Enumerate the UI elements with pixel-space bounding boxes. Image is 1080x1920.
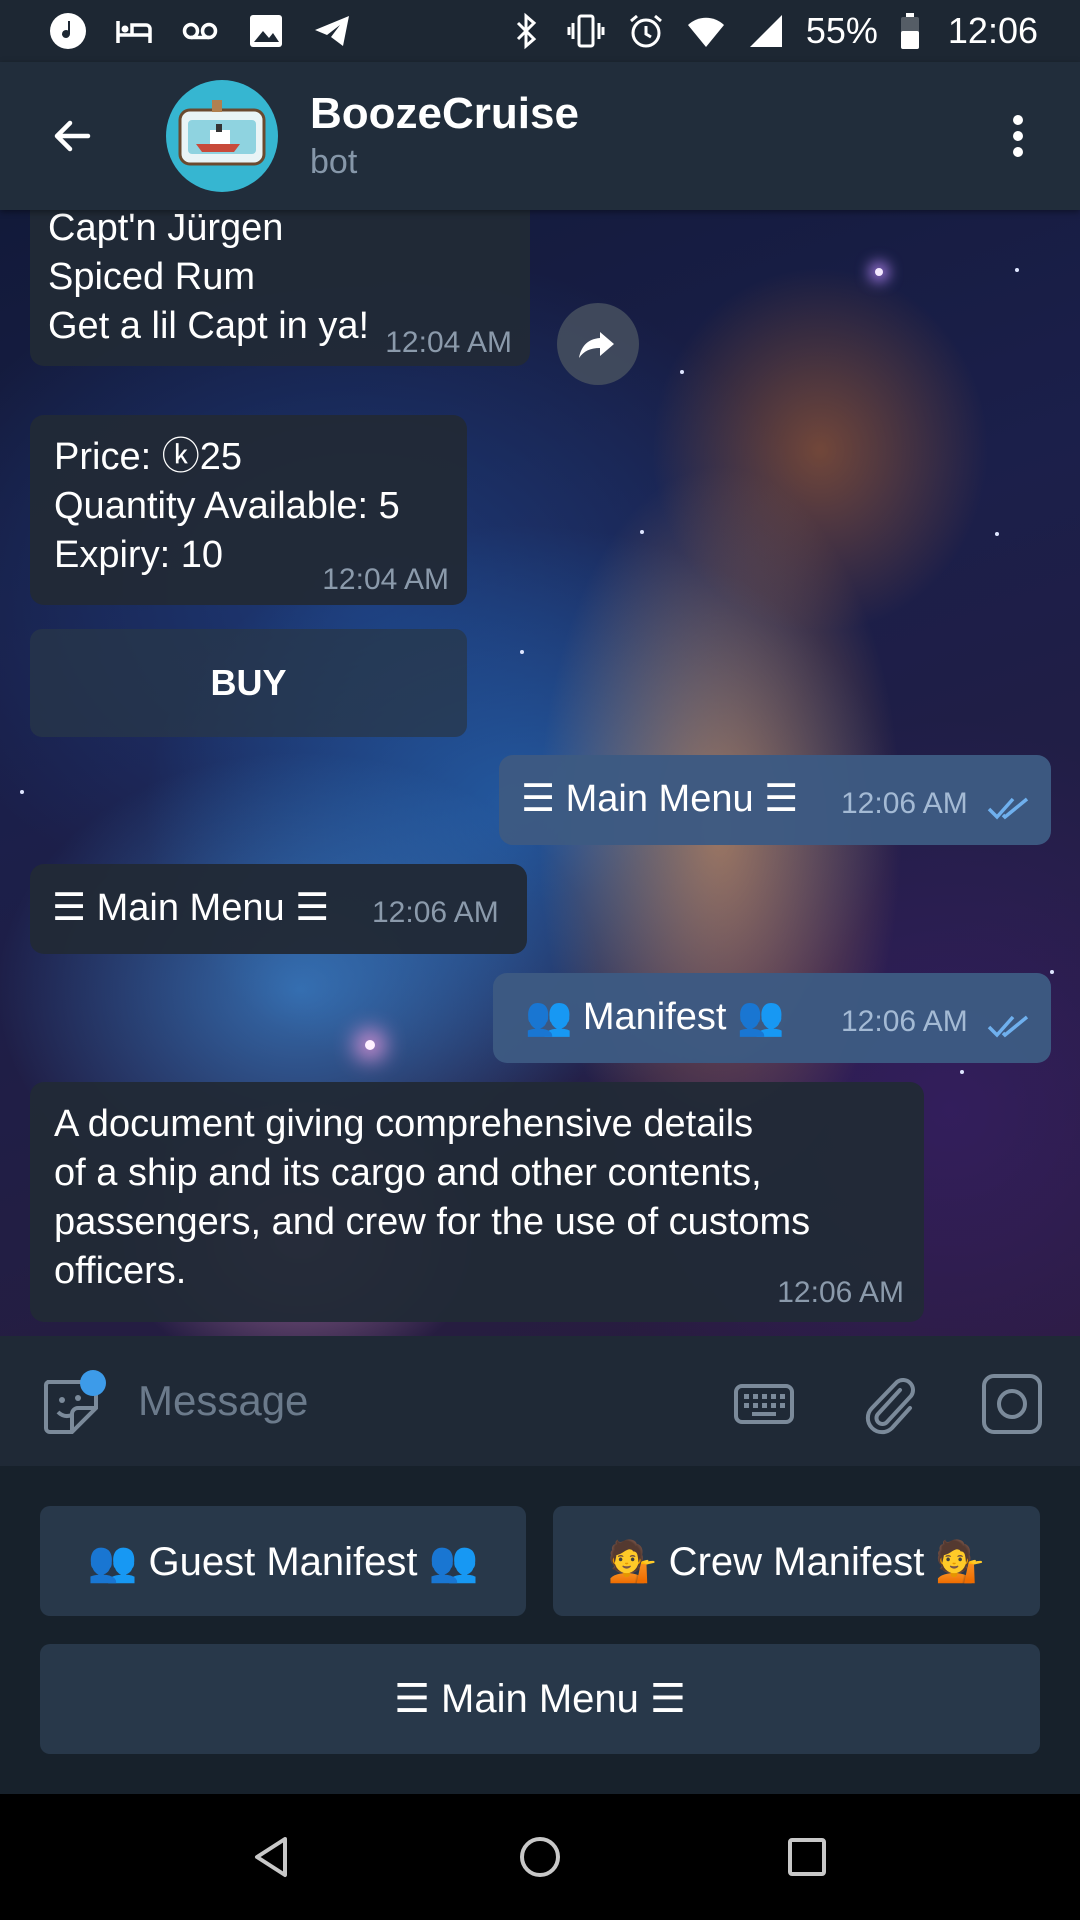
- image-icon: [246, 11, 286, 51]
- message-input-bar: Message: [0, 1336, 1080, 1466]
- alarm-icon: [626, 11, 666, 51]
- message-time: 12:04 AM: [385, 326, 512, 359]
- vibrate-icon: [566, 11, 606, 51]
- double-check-icon: [987, 1015, 1029, 1038]
- main-menu-button[interactable]: ☰ Main Menu ☰: [40, 1644, 1040, 1754]
- message-time: 12:06 AM: [777, 1276, 904, 1309]
- message-text: Price: ⓚ25 Quantity Available: 5 Expiry:…: [54, 436, 400, 576]
- incoming-message[interactable]: Price: ⓚ25 Quantity Available: 5 Expiry:…: [30, 415, 467, 605]
- keyboard-icon[interactable]: [732, 1372, 796, 1436]
- chat-header: BoozeCruise bot: [0, 62, 1080, 210]
- message-text: ☰ Main Menu ☰: [52, 887, 330, 929]
- attach-icon[interactable]: [858, 1372, 922, 1436]
- double-check-icon: [987, 797, 1029, 820]
- notification-dot: [80, 1370, 106, 1396]
- buy-button[interactable]: BUY: [30, 629, 467, 737]
- share-button[interactable]: [557, 303, 639, 385]
- bed-icon: [114, 11, 154, 51]
- telegram-icon: [312, 11, 352, 51]
- bluetooth-icon: [506, 11, 546, 51]
- nav-home-icon[interactable]: [500, 1817, 580, 1897]
- message-text: ☰ Main Menu ☰: [521, 778, 799, 820]
- share-arrow-icon: [579, 332, 614, 358]
- message-input[interactable]: Message: [138, 1366, 698, 1436]
- incoming-message[interactable]: A document giving comprehensive details …: [30, 1082, 924, 1322]
- nav-back-icon[interactable]: [233, 1817, 313, 1897]
- back-arrow-icon[interactable]: [32, 96, 112, 176]
- chat-area[interactable]: Capt'n Jürgen Spiced Rum Get a lil Capt …: [0, 210, 1080, 1336]
- wifi-icon: [686, 11, 726, 51]
- status-bar: 55% 12:06: [0, 0, 1080, 62]
- message-text: Capt'n Jürgen Spiced Rum Get a lil Capt …: [48, 210, 370, 347]
- message-time: 12:06 AM: [372, 896, 499, 929]
- message-time: 12:04 AM: [322, 563, 449, 596]
- message-text: 👥 Manifest 👥: [525, 996, 785, 1038]
- battery-percent: 55%: [805, 10, 878, 51]
- navigation-bar: [0, 1794, 1080, 1920]
- signal-icon: [746, 11, 786, 51]
- message-time: 12:06 AM: [841, 787, 968, 820]
- incoming-message[interactable]: Capt'n Jürgen Spiced Rum Get a lil Capt …: [30, 210, 530, 366]
- incoming-message[interactable]: ☰ Main Menu ☰ 12:06 AM: [30, 864, 527, 954]
- outgoing-message[interactable]: ☰ Main Menu ☰ 12:06 AM: [499, 755, 1051, 845]
- voicemail-icon: [180, 11, 220, 51]
- message-text: A document giving comprehensive details …: [54, 1103, 811, 1292]
- avatar[interactable]: [166, 80, 278, 192]
- chat-title[interactable]: BoozeCruise: [310, 88, 579, 140]
- message-time: 12:06 AM: [841, 1005, 968, 1038]
- crew-manifest-button[interactable]: 💁 Crew Manifest 💁: [553, 1506, 1040, 1616]
- reply-keyboard: 👥 Guest Manifest 👥 💁 Crew Manifest 💁 ☰ M…: [0, 1466, 1080, 1794]
- music-icon: [48, 11, 88, 51]
- guest-manifest-button[interactable]: 👥 Guest Manifest 👥: [40, 1506, 526, 1616]
- more-vertical-icon[interactable]: [978, 96, 1058, 176]
- nav-recents-icon[interactable]: [767, 1817, 847, 1897]
- clock: 12:06: [947, 10, 1038, 51]
- chat-subtitle: bot: [310, 143, 358, 181]
- outgoing-message[interactable]: 👥 Manifest 👥 12:06 AM: [493, 973, 1051, 1063]
- camera-icon[interactable]: [980, 1372, 1044, 1436]
- battery-icon: [898, 11, 922, 51]
